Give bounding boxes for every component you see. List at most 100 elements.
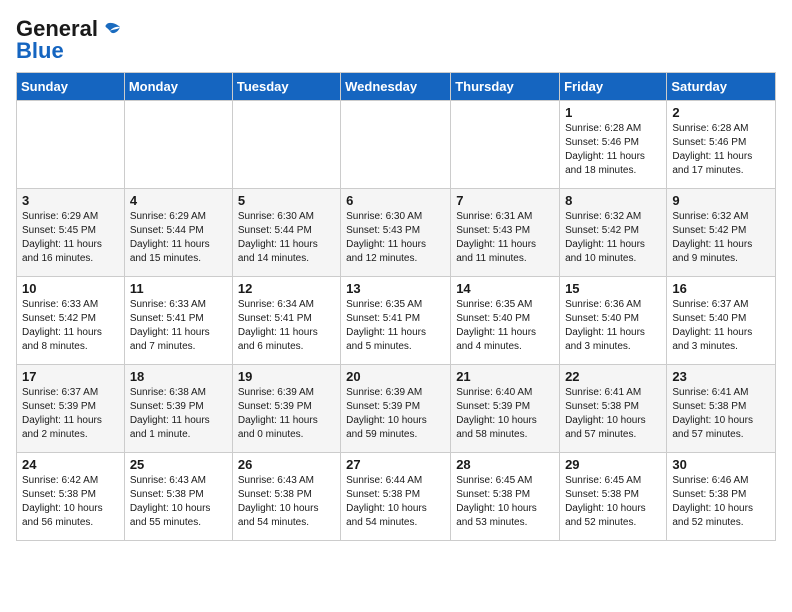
- day-info: Sunrise: 6:37 AM Sunset: 5:40 PM Dayligh…: [672, 298, 770, 354]
- day-info: Sunrise: 6:45 AM Sunset: 5:38 PM Dayligh…: [565, 474, 661, 530]
- day-info: Sunrise: 6:29 AM Sunset: 5:45 PM Dayligh…: [22, 210, 119, 266]
- calendar-day-cell: 20 Sunrise: 6:39 AM Sunset: 5:39 PM Dayli…: [341, 365, 451, 453]
- day-number: 21: [456, 369, 554, 384]
- day-number: 7: [456, 193, 554, 208]
- logo-blue-text: Blue: [16, 38, 64, 64]
- weekday-header-thursday: Thursday: [451, 73, 560, 101]
- calendar-day-cell: 28 Sunrise: 6:45 AM Sunset: 5:38 PM Dayli…: [451, 453, 560, 541]
- calendar-week-3: 10 Sunrise: 6:33 AM Sunset: 5:42 PM Dayli…: [17, 277, 776, 365]
- day-number: 6: [346, 193, 445, 208]
- day-info: Sunrise: 6:43 AM Sunset: 5:38 PM Dayligh…: [238, 474, 335, 530]
- weekday-header-sunday: Sunday: [17, 73, 125, 101]
- day-number: 12: [238, 281, 335, 296]
- calendar-day-cell: 19 Sunrise: 6:39 AM Sunset: 5:39 PM Dayli…: [232, 365, 340, 453]
- calendar-day-cell: [17, 101, 125, 189]
- day-info: Sunrise: 6:28 AM Sunset: 5:46 PM Dayligh…: [672, 122, 770, 178]
- calendar-day-cell: 7 Sunrise: 6:31 AM Sunset: 5:43 PM Daylig…: [451, 189, 560, 277]
- calendar-day-cell: 30 Sunrise: 6:46 AM Sunset: 5:38 PM Dayli…: [667, 453, 776, 541]
- weekday-header-saturday: Saturday: [667, 73, 776, 101]
- day-info: Sunrise: 6:41 AM Sunset: 5:38 PM Dayligh…: [565, 386, 661, 442]
- day-number: 19: [238, 369, 335, 384]
- day-number: 29: [565, 457, 661, 472]
- day-number: 23: [672, 369, 770, 384]
- calendar-day-cell: 3 Sunrise: 6:29 AM Sunset: 5:45 PM Daylig…: [17, 189, 125, 277]
- day-info: Sunrise: 6:46 AM Sunset: 5:38 PM Dayligh…: [672, 474, 770, 530]
- calendar-day-cell: 6Sunrise: 6:30 AM Sunset: 5:43 PM Daylig…: [341, 189, 451, 277]
- day-info: Sunrise: 6:35 AM Sunset: 5:41 PM Dayligh…: [346, 298, 445, 354]
- day-number: 15: [565, 281, 661, 296]
- calendar-day-cell: 17Sunrise: 6:37 AM Sunset: 5:39 PM Dayli…: [17, 365, 125, 453]
- calendar-week-1: 1 Sunrise: 6:28 AM Sunset: 5:46 PM Daylig…: [17, 101, 776, 189]
- day-info: Sunrise: 6:43 AM Sunset: 5:38 PM Dayligh…: [130, 474, 227, 530]
- day-number: 27: [346, 457, 445, 472]
- day-info: Sunrise: 6:42 AM Sunset: 5:38 PM Dayligh…: [22, 474, 119, 530]
- day-info: Sunrise: 6:39 AM Sunset: 5:39 PM Dayligh…: [238, 386, 335, 442]
- day-info: Sunrise: 6:34 AM Sunset: 5:41 PM Dayligh…: [238, 298, 335, 354]
- calendar-day-cell: [341, 101, 451, 189]
- day-info: Sunrise: 6:45 AM Sunset: 5:38 PM Dayligh…: [456, 474, 554, 530]
- calendar-day-cell: 9 Sunrise: 6:32 AM Sunset: 5:42 PM Daylig…: [667, 189, 776, 277]
- weekday-header-row: SundayMondayTuesdayWednesdayThursdayFrid…: [17, 73, 776, 101]
- day-number: 17: [22, 369, 119, 384]
- calendar-day-cell: 25 Sunrise: 6:43 AM Sunset: 5:38 PM Dayli…: [124, 453, 232, 541]
- weekday-header-wednesday: Wednesday: [341, 73, 451, 101]
- calendar-day-cell: 12 Sunrise: 6:34 AM Sunset: 5:41 PM Dayli…: [232, 277, 340, 365]
- day-number: 2: [672, 105, 770, 120]
- day-number: 30: [672, 457, 770, 472]
- day-info: Sunrise: 6:33 AM Sunset: 5:42 PM Dayligh…: [22, 298, 119, 354]
- day-number: 8: [565, 193, 661, 208]
- day-number: 26: [238, 457, 335, 472]
- calendar-day-cell: [451, 101, 560, 189]
- calendar-day-cell: 13 Sunrise: 6:35 AM Sunset: 5:41 PM Dayli…: [341, 277, 451, 365]
- day-info: Sunrise: 6:28 AM Sunset: 5:46 PM Dayligh…: [565, 122, 661, 178]
- day-info: Sunrise: 6:38 AM Sunset: 5:39 PM Dayligh…: [130, 386, 227, 442]
- day-info: Sunrise: 6:29 AM Sunset: 5:44 PM Dayligh…: [130, 210, 227, 266]
- day-info: Sunrise: 6:32 AM Sunset: 5:42 PM Dayligh…: [672, 210, 770, 266]
- day-number: 20: [346, 369, 445, 384]
- day-info: Sunrise: 6:33 AM Sunset: 5:41 PM Dayligh…: [130, 298, 227, 354]
- calendar-week-2: 3 Sunrise: 6:29 AM Sunset: 5:45 PM Daylig…: [17, 189, 776, 277]
- calendar-day-cell: 29 Sunrise: 6:45 AM Sunset: 5:38 PM Dayli…: [560, 453, 667, 541]
- calendar-day-cell: 4 Sunrise: 6:29 AM Sunset: 5:44 PM Daylig…: [124, 189, 232, 277]
- calendar-day-cell: 2 Sunrise: 6:28 AM Sunset: 5:46 PM Daylig…: [667, 101, 776, 189]
- day-number: 18: [130, 369, 227, 384]
- day-number: 22: [565, 369, 661, 384]
- logo-bird-icon: [98, 21, 120, 39]
- day-info: Sunrise: 6:41 AM Sunset: 5:38 PM Dayligh…: [672, 386, 770, 442]
- day-number: 14: [456, 281, 554, 296]
- day-info: Sunrise: 6:32 AM Sunset: 5:42 PM Dayligh…: [565, 210, 661, 266]
- calendar-day-cell: 22 Sunrise: 6:41 AM Sunset: 5:38 PM Dayli…: [560, 365, 667, 453]
- weekday-header-friday: Friday: [560, 73, 667, 101]
- calendar-day-cell: 11Sunrise: 6:33 AM Sunset: 5:41 PM Dayli…: [124, 277, 232, 365]
- day-info: Sunrise: 6:39 AM Sunset: 5:39 PM Dayligh…: [346, 386, 445, 442]
- day-number: 24: [22, 457, 119, 472]
- day-number: 13: [346, 281, 445, 296]
- calendar-day-cell: 10 Sunrise: 6:33 AM Sunset: 5:42 PM Dayli…: [17, 277, 125, 365]
- day-number: 9: [672, 193, 770, 208]
- calendar-day-cell: 5Sunrise: 6:30 AM Sunset: 5:44 PM Daylig…: [232, 189, 340, 277]
- calendar-week-5: 24 Sunrise: 6:42 AM Sunset: 5:38 PM Dayli…: [17, 453, 776, 541]
- day-info: Sunrise: 6:31 AM Sunset: 5:43 PM Dayligh…: [456, 210, 554, 266]
- calendar-day-cell: 15 Sunrise: 6:36 AM Sunset: 5:40 PM Dayli…: [560, 277, 667, 365]
- weekday-header-tuesday: Tuesday: [232, 73, 340, 101]
- day-number: 1: [565, 105, 661, 120]
- calendar-week-4: 17Sunrise: 6:37 AM Sunset: 5:39 PM Dayli…: [17, 365, 776, 453]
- calendar-day-cell: 8 Sunrise: 6:32 AM Sunset: 5:42 PM Daylig…: [560, 189, 667, 277]
- day-info: Sunrise: 6:35 AM Sunset: 5:40 PM Dayligh…: [456, 298, 554, 354]
- calendar-day-cell: 27 Sunrise: 6:44 AM Sunset: 5:38 PM Dayli…: [341, 453, 451, 541]
- day-number: 16: [672, 281, 770, 296]
- day-info: Sunrise: 6:44 AM Sunset: 5:38 PM Dayligh…: [346, 474, 445, 530]
- day-number: 4: [130, 193, 227, 208]
- calendar-day-cell: 16 Sunrise: 6:37 AM Sunset: 5:40 PM Dayli…: [667, 277, 776, 365]
- day-number: 25: [130, 457, 227, 472]
- page-header: General Blue: [16, 16, 776, 64]
- calendar-day-cell: 18 Sunrise: 6:38 AM Sunset: 5:39 PM Dayli…: [124, 365, 232, 453]
- day-info: Sunrise: 6:36 AM Sunset: 5:40 PM Dayligh…: [565, 298, 661, 354]
- calendar-day-cell: 23 Sunrise: 6:41 AM Sunset: 5:38 PM Dayli…: [667, 365, 776, 453]
- day-info: Sunrise: 6:40 AM Sunset: 5:39 PM Dayligh…: [456, 386, 554, 442]
- day-number: 28: [456, 457, 554, 472]
- day-number: 3: [22, 193, 119, 208]
- calendar-day-cell: [232, 101, 340, 189]
- calendar-day-cell: 1 Sunrise: 6:28 AM Sunset: 5:46 PM Daylig…: [560, 101, 667, 189]
- day-number: 10: [22, 281, 119, 296]
